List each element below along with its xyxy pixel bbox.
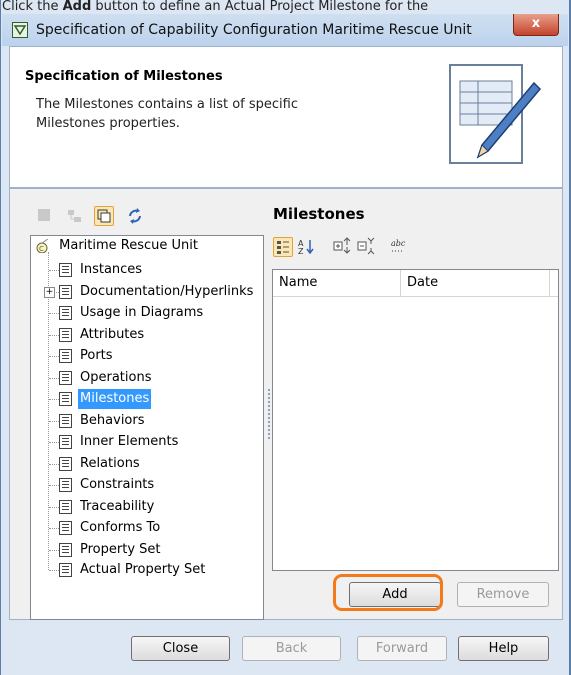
tree-item-label: Relations: [80, 456, 140, 471]
tree-item-label: Inner Elements: [80, 434, 179, 449]
forward-button: Forward: [357, 636, 447, 661]
tree-item-label: Behaviors: [80, 413, 145, 428]
property-page-icon: [59, 262, 72, 277]
tree-item-label: Operations: [80, 370, 152, 385]
property-page-icon: [59, 284, 72, 299]
property-page-icon: [59, 542, 72, 557]
property-page-icon: [59, 305, 72, 320]
property-page-icon: [59, 413, 72, 428]
caption-suffix: button to define an Actual Project Miles…: [91, 0, 429, 14]
property-page-icon: [59, 391, 72, 406]
hierarchy-icon[interactable]: [66, 207, 84, 225]
property-page-icon: [59, 562, 72, 577]
table-header: Name Date: [273, 270, 558, 297]
property-page-icon: [59, 348, 72, 363]
help-button[interactable]: Help: [458, 636, 549, 661]
dialog-body: C Maritime Rescue Unit Instances + Docum…: [9, 188, 563, 620]
document-pencil-icon: [442, 59, 542, 174]
property-page-icon: [59, 434, 72, 449]
app-icon: [12, 22, 28, 38]
window-close-button[interactable]: x: [513, 14, 559, 36]
property-page-icon: [59, 327, 72, 342]
tree-item-usage-in-diagrams[interactable]: Usage in Diagrams: [59, 303, 205, 323]
add-button-highlight: [333, 574, 443, 611]
tree-item-ports[interactable]: Ports: [59, 346, 115, 366]
tree-item-attributes[interactable]: Attributes: [59, 325, 146, 345]
specification-dialog: Specification of Capability Configuratio…: [0, 0, 571, 675]
expand-icon[interactable]: +: [44, 287, 55, 298]
tree-item-behaviors[interactable]: Behaviors: [59, 411, 147, 431]
categorized-view-icon[interactable]: [273, 237, 293, 257]
tree-item-label: Documentation/Hyperlinks: [80, 284, 254, 299]
tree-item-label: Actual Property Set: [80, 562, 206, 577]
tree-item-label: Milestones: [78, 389, 152, 409]
tree-root[interactable]: C Maritime Rescue Unit: [35, 236, 200, 256]
caption-bold: Add: [62, 0, 92, 14]
property-page-icon: [59, 456, 72, 471]
property-page-icon: [59, 370, 72, 385]
tree-item-actual-property-set[interactable]: Actual Property Set: [59, 560, 207, 580]
tree-item-label: Traceability: [80, 499, 155, 514]
description-header: Specification of Milestones The Mileston…: [9, 46, 563, 188]
tree-root-label: Maritime Rescue Unit: [59, 238, 198, 253]
column-header-name[interactable]: Name: [273, 270, 401, 296]
instruction-caption: Click the Add button to define an Actual…: [0, 0, 571, 16]
window-title: Specification of Capability Configuratio…: [36, 22, 472, 38]
milestones-table[interactable]: Name Date: [272, 269, 559, 571]
tree-view-icon[interactable]: [36, 207, 54, 225]
tree-item-documentation[interactable]: Documentation/Hyperlinks: [59, 282, 255, 302]
capability-configuration-icon: C: [35, 238, 49, 253]
property-page-icon: [59, 520, 72, 535]
property-page-icon: [59, 499, 72, 514]
close-button[interactable]: Close: [131, 636, 230, 661]
caption-prefix: Click the: [2, 0, 63, 14]
tree-item-milestones[interactable]: Milestones: [59, 389, 152, 409]
column-header-date[interactable]: Date: [401, 270, 550, 296]
tree-item-label: Conforms To: [80, 520, 161, 535]
tree-item-instances[interactable]: Instances: [59, 260, 144, 280]
refresh-icon[interactable]: [126, 207, 144, 225]
tree-item-label: Instances: [80, 262, 143, 277]
sort-alphabetically-icon[interactable]: AZ: [297, 237, 315, 256]
svg-text:abc: abc: [391, 239, 406, 248]
tree-item-label: Property Set: [80, 542, 161, 557]
expand-all-icon[interactable]: [333, 237, 351, 255]
property-page-icon: [59, 477, 72, 492]
dialog-footer: Close Back Forward Help: [2, 622, 568, 675]
tree-item-inner-elements[interactable]: Inner Elements: [59, 432, 180, 452]
header-title: Specification of Milestones: [25, 69, 223, 84]
tree-item-operations[interactable]: Operations: [59, 368, 153, 388]
collapse-all-icon[interactable]: [357, 237, 375, 255]
svg-text:C: C: [39, 245, 44, 253]
specification-tree[interactable]: C Maritime Rescue Unit Instances + Docum…: [30, 235, 264, 620]
panel-title: Milestones: [273, 205, 365, 223]
remove-button: Remove: [457, 582, 549, 607]
tree-item-label: Usage in Diagrams: [80, 305, 204, 320]
tree-item-constraints[interactable]: Constraints: [59, 475, 156, 495]
text-format-icon[interactable]: abc: [389, 237, 407, 255]
back-button: Back: [242, 636, 341, 661]
tree-item-label: Ports: [80, 348, 113, 363]
tree-item-label: Constraints: [80, 477, 155, 492]
svg-text:Z: Z: [298, 247, 304, 255]
tree-item-property-set[interactable]: Property Set: [59, 540, 163, 560]
title-bar: Specification of Capability Configuratio…: [2, 14, 568, 46]
header-description: The Milestones contains a list of specif…: [36, 97, 298, 131]
tree-item-label: Attributes: [80, 327, 145, 342]
tree-item-relations[interactable]: Relations: [59, 454, 142, 474]
compact-view-icon[interactable]: [94, 206, 114, 226]
tree-item-conforms-to[interactable]: Conforms To: [59, 518, 162, 538]
tree-item-traceability[interactable]: Traceability: [59, 497, 156, 517]
